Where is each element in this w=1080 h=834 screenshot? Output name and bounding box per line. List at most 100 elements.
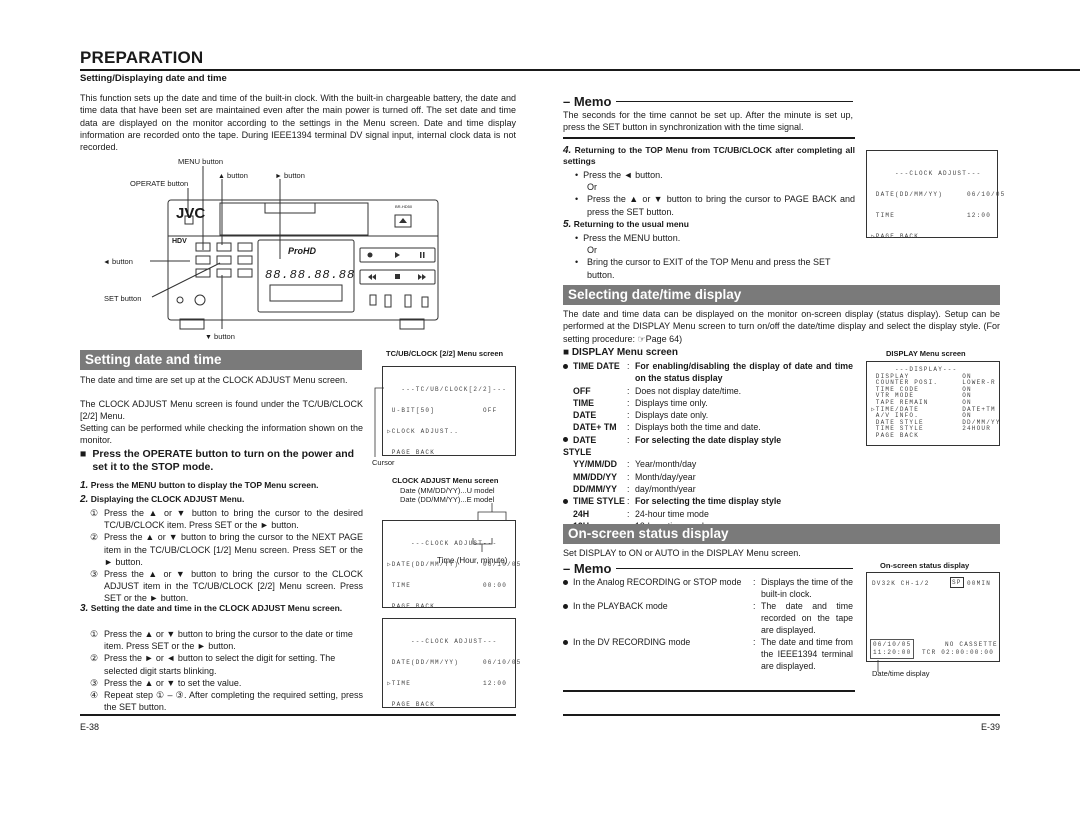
section-header-setting-date-time: Setting date and time bbox=[80, 350, 362, 370]
display-option-row: TIME STYLE: For selecting the time displa… bbox=[563, 495, 853, 507]
display-option-row: DD/MM/YY: day/month/year bbox=[563, 483, 853, 495]
option-description: day/month/year bbox=[635, 483, 696, 494]
screen-line: DATE(DD/MM/YY) 06/10/05 bbox=[387, 659, 522, 666]
display-options-list: TIME DATE: For enabling/disabling the dis… bbox=[563, 360, 853, 532]
clock-adjust-screen-pageback: ---CLOCK ADJUST--- DATE(DD/MM/YY) 06/10/… bbox=[866, 150, 1006, 240]
memo-2-bottom-rule bbox=[563, 690, 855, 692]
setting-para-3: Setting can be performed while checking … bbox=[80, 423, 363, 446]
select-section-text: The date and time data can be displayed … bbox=[563, 309, 1000, 344]
memo-rule bbox=[616, 568, 853, 569]
chassis bbox=[167, 199, 439, 321]
bullet-dot bbox=[563, 579, 568, 585]
tcr-readout: TCR 02:00:00:00 bbox=[922, 649, 995, 656]
time-note: Time (Hour, minute) bbox=[437, 556, 508, 565]
or-text: Or bbox=[587, 245, 597, 256]
screen-line: ▷PAGE BACK bbox=[871, 233, 920, 240]
option-key: DATE+ TM bbox=[573, 422, 617, 433]
setting-para-1: The date and time are set up at the CLOC… bbox=[80, 375, 348, 385]
step-5-bullet: • Bring the cursor to EXIT of the TOP Men… bbox=[575, 257, 831, 280]
step-3-list: ① Press the ▲ or ▼ button to bring the cu… bbox=[90, 628, 363, 713]
page-number-right: E-39 bbox=[981, 722, 1001, 732]
option-key: TIME DATE bbox=[563, 360, 627, 385]
display-option-row: DATE+ TM: Displays both the time and date… bbox=[563, 421, 853, 433]
title-rule bbox=[80, 69, 1080, 71]
option-description: For selecting the time display style bbox=[635, 496, 782, 507]
display-option-row: YY/MM/DD: Year/month/day bbox=[563, 458, 853, 470]
status-display-screen: DV32K CH-1/2 SP 00MIN 06/10/05 11:20:00 … bbox=[866, 572, 1000, 662]
tcub-screen-caption: TC/UB/CLOCK [2/2] Menu screen bbox=[386, 349, 504, 358]
onscreen-text: Set DISPLAY to ON or AUTO in the DISPLAY… bbox=[563, 548, 801, 558]
screen-line: TIME 00:00 bbox=[387, 582, 508, 589]
option-key: DD/MM/YY bbox=[573, 483, 617, 494]
display-option-row: TIME DATE: For enabling/disabling the dis… bbox=[563, 360, 853, 385]
onscreen-memo-row: In the DV RECORDING mode : The date and … bbox=[563, 636, 853, 673]
vcr-panel-drawing bbox=[150, 166, 439, 330]
screen-line: PAGE BACK bbox=[387, 603, 436, 610]
display-option-row: 24H:24-hour time mode bbox=[563, 508, 853, 520]
step-5: 5. Returning to the usual menu bbox=[563, 219, 689, 230]
option-key: DATE STYLE bbox=[563, 434, 597, 458]
option-description: Year/month/day bbox=[635, 459, 697, 470]
step-4-bullet: • Press the ▲ or ▼ button to bring the cu… bbox=[575, 194, 855, 217]
memo-dash: – bbox=[563, 94, 574, 109]
page-number-left: E-38 bbox=[80, 722, 100, 732]
clock-adjust-caption: CLOCK ADJUST Menu screen bbox=[392, 476, 499, 485]
step-2-list: ① Press the ▲ or ▼ button to bring the cu… bbox=[90, 507, 363, 605]
step-5-bullet: • Press the MENU button. bbox=[575, 233, 681, 243]
option-description: Month/day/year bbox=[635, 471, 696, 482]
section-subtitle: Setting/Displaying date and time bbox=[80, 73, 227, 84]
onscreen-memo-list: In the Analog RECORDING or STOP mode : D… bbox=[563, 576, 853, 673]
option-description: Displays date only. bbox=[635, 410, 709, 421]
step-5-list: • Press the MENU button. Or • Bring the c… bbox=[575, 232, 855, 281]
model-label: BR-HD50 bbox=[395, 204, 413, 209]
step-1: 1. Press the MENU button to display the … bbox=[80, 480, 319, 491]
date-time-box: 06/10/05 11:20:00 bbox=[870, 639, 915, 659]
option-description: Displays time only. bbox=[635, 397, 708, 408]
display-option-row: MM/DD/YY: Month/day/year bbox=[563, 471, 853, 483]
option-key: DATE bbox=[573, 410, 597, 421]
option-key: 24H bbox=[573, 508, 590, 519]
intro-paragraph: This function sets up the date and time … bbox=[80, 93, 516, 153]
hdv-logo: HDV bbox=[172, 238, 187, 245]
bullet-dot bbox=[563, 603, 568, 609]
audio-mode-text: DV32K CH-1/2 bbox=[872, 580, 930, 587]
leader-set bbox=[151, 262, 221, 298]
bullet-dot bbox=[563, 498, 568, 504]
screen-line: PAGE BACK bbox=[387, 449, 436, 456]
screen-line: TIME 12:00 bbox=[871, 212, 992, 219]
status-date: 06/10/05 bbox=[873, 641, 912, 648]
screen-line: ---TC/UB/CLOCK[2/2]--- bbox=[387, 386, 508, 393]
step-2-item: ① Press the ▲ or ▼ button to bring the cu… bbox=[90, 508, 363, 531]
option-description: For enabling/disabling the display of da… bbox=[635, 361, 853, 384]
option-description: For selecting the date display style bbox=[635, 434, 782, 445]
prohd-logo: ProHD bbox=[288, 246, 317, 256]
brand-logo: JVC bbox=[176, 205, 206, 222]
option-description: Displays both the time and date. bbox=[635, 422, 761, 433]
step-3-item: ① Press the ▲ or ▼ button to bring the cu… bbox=[90, 629, 353, 652]
option-key: TIME bbox=[573, 397, 595, 408]
screen-line: U-BIT[50] OFF bbox=[387, 407, 498, 414]
step-2-item: ③ Press the ▲ or ▼ button to bring the cu… bbox=[90, 569, 363, 604]
remaining-time: 00MIN bbox=[967, 580, 992, 587]
step-3-item: ② Press the ► or ◄ button to select the d… bbox=[90, 653, 336, 676]
setting-para-2: The CLOCK ADJUST Menu screen is found un… bbox=[80, 399, 363, 422]
step-3-item: ③ Press the ▲ or ▼ to set the value. bbox=[90, 677, 242, 688]
screen-line: ▷CLOCK ADJUST.. bbox=[387, 428, 460, 435]
step-4-bullet: • Press the ◄ button. bbox=[575, 170, 663, 180]
step-2: 2. Displaying the CLOCK ADJUST Menu. bbox=[80, 494, 245, 505]
option-description: Does not display date/time. bbox=[635, 385, 742, 396]
display-option-row: DATE STYLE: For selecting the date displa… bbox=[563, 434, 782, 458]
vcr-front-panel-figure: MENU button ▲ button ► button OPERATE bu… bbox=[100, 155, 440, 345]
onscreen-memo-row: In the PLAYBACK mode : The date and time… bbox=[563, 600, 853, 636]
segment-display: 88.88.88.88 bbox=[265, 268, 356, 282]
screen-line: ---CLOCK ADJUST--- bbox=[387, 638, 498, 645]
screen-line: DATE(DD/MM/YY) 06/10/05 bbox=[871, 191, 1006, 198]
screen-line: PAGE BACK bbox=[871, 431, 920, 439]
memo-2-header: – Memo bbox=[563, 561, 853, 576]
step-2-item: ② Press the ▲ or ▼ button to bring the cu… bbox=[90, 532, 363, 567]
memo-1-header: – Memo bbox=[563, 94, 853, 109]
option-key: TIME STYLE bbox=[563, 495, 627, 507]
bullet-dot bbox=[563, 363, 568, 369]
step-3: 3. Setting the date and time in the CLOC… bbox=[80, 603, 343, 614]
display-option-row: OFF: Does not display date/time. bbox=[563, 385, 853, 397]
